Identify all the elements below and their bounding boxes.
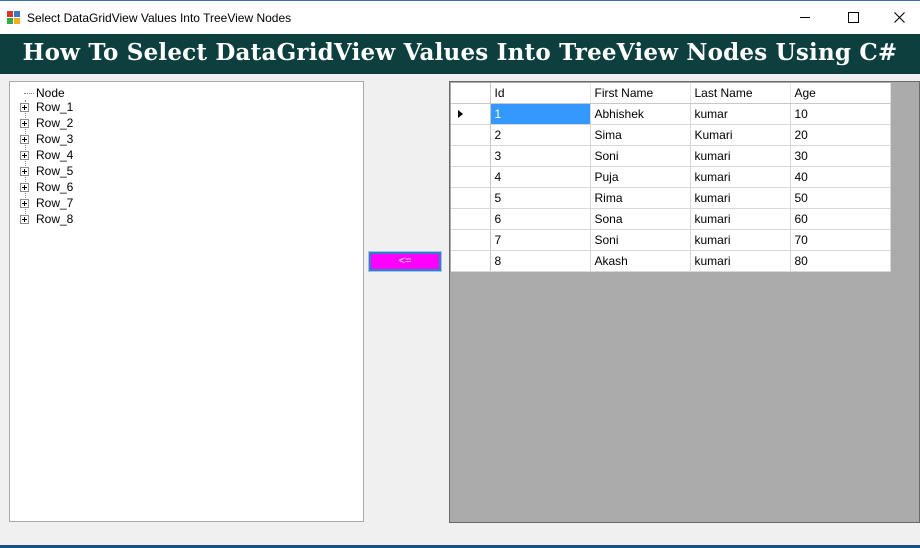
tree-node[interactable]: Row_6 bbox=[20, 179, 73, 195]
tree-node[interactable]: Row_5 bbox=[20, 163, 73, 179]
tree-node[interactable]: Row_2 bbox=[20, 115, 73, 131]
tree-node-label: Row_6 bbox=[36, 180, 74, 194]
tree-node-label: Row_3 bbox=[36, 132, 74, 146]
tree-node-label: Row_2 bbox=[36, 116, 74, 130]
app-icon bbox=[7, 11, 21, 24]
grid-cell[interactable]: kumari bbox=[690, 187, 791, 209]
title-bar[interactable]: Select DataGridView Values Into TreeView… bbox=[0, 0, 920, 34]
expand-icon[interactable] bbox=[20, 134, 29, 144]
current-row-arrow-icon bbox=[458, 109, 463, 118]
tree-node-label: Row_7 bbox=[36, 196, 74, 210]
table-row[interactable]: 6 Sona kumari 60 bbox=[451, 208, 891, 230]
grid-cell[interactable]: 7 bbox=[490, 229, 591, 251]
tree-node[interactable]: Row_1 bbox=[20, 99, 73, 115]
row-header[interactable] bbox=[451, 145, 491, 167]
data-grid-view[interactable]: Id First Name Last Name Age 1 Abhishek k… bbox=[449, 81, 920, 523]
grid-cell[interactable]: 60 bbox=[790, 208, 891, 230]
expand-icon[interactable] bbox=[20, 182, 29, 192]
tree-connector bbox=[24, 92, 34, 94]
grid-cell[interactable]: 70 bbox=[790, 229, 891, 251]
tree-node-label: Row_1 bbox=[36, 100, 74, 114]
expand-icon[interactable] bbox=[20, 214, 29, 224]
grid-cell[interactable]: Abhishek bbox=[590, 103, 691, 125]
table-row[interactable]: 1 Abhishek kumar 10 bbox=[451, 103, 891, 125]
grid-cell[interactable]: 1 bbox=[490, 103, 591, 125]
table-row[interactable]: 8 Akash kumari 80 bbox=[451, 250, 891, 272]
column-header-id[interactable]: Id bbox=[490, 83, 591, 104]
tree-node[interactable]: Row_3 bbox=[20, 131, 73, 147]
row-header[interactable] bbox=[451, 124, 491, 146]
grid-cell[interactable]: 4 bbox=[490, 166, 591, 188]
grid-cell[interactable]: 10 bbox=[790, 103, 891, 125]
grid-cell[interactable]: 2 bbox=[490, 124, 591, 146]
grid-cell[interactable]: kumari bbox=[690, 229, 791, 251]
column-header-age[interactable]: Age bbox=[790, 83, 891, 104]
table-row[interactable]: 7 Soni kumari 70 bbox=[451, 229, 891, 251]
tree-node[interactable]: Row_4 bbox=[20, 147, 73, 163]
grid-cell[interactable]: 20 bbox=[790, 124, 891, 146]
grid-cell[interactable]: kumar bbox=[690, 103, 791, 125]
grid-cell[interactable]: Soni bbox=[590, 229, 691, 251]
grid-cell[interactable]: Puja bbox=[590, 166, 691, 188]
transfer-to-tree-button[interactable]: <= bbox=[368, 251, 442, 272]
table-row[interactable]: 5 Rima kumari 50 bbox=[451, 187, 891, 209]
expand-icon[interactable] bbox=[20, 118, 29, 128]
minimize-icon bbox=[800, 17, 810, 18]
grid-cell[interactable]: Soni bbox=[590, 145, 691, 167]
row-header[interactable] bbox=[451, 208, 491, 230]
close-button[interactable] bbox=[876, 1, 920, 34]
page-title: How To Select DataGridView Values Into T… bbox=[0, 34, 920, 74]
tree-root-label: Node bbox=[36, 86, 65, 100]
grid-cell[interactable]: kumari bbox=[690, 145, 791, 167]
tree-root-node[interactable]: Node bbox=[24, 86, 65, 100]
grid-cell[interactable]: 6 bbox=[490, 208, 591, 230]
tree-node-label: Row_4 bbox=[36, 148, 74, 162]
grid-cell[interactable]: 50 bbox=[790, 187, 891, 209]
row-header[interactable] bbox=[451, 187, 491, 209]
row-header[interactable] bbox=[451, 250, 491, 272]
close-icon bbox=[893, 12, 905, 23]
grid-cell[interactable]: kumari bbox=[690, 166, 791, 188]
row-header[interactable] bbox=[451, 229, 491, 251]
table-row[interactable]: 2 Sima Kumari 20 bbox=[451, 124, 891, 146]
expand-icon[interactable] bbox=[20, 102, 29, 112]
grid-cell[interactable]: 8 bbox=[490, 250, 591, 272]
tree-view[interactable]: Node Row_1 Row_2 Row_3 Row_4 Row_5 Row_6… bbox=[9, 81, 364, 522]
grid-header-row: Id First Name Last Name Age bbox=[451, 83, 891, 104]
row-header[interactable] bbox=[451, 166, 491, 188]
grid-cell[interactable]: 80 bbox=[790, 250, 891, 272]
grid-cell[interactable]: 3 bbox=[490, 145, 591, 167]
grid-cell[interactable]: Sima bbox=[590, 124, 691, 146]
grid-cell[interactable]: Sona bbox=[590, 208, 691, 230]
grid-cell[interactable]: 5 bbox=[490, 187, 591, 209]
column-header-last-name[interactable]: Last Name bbox=[690, 83, 791, 104]
grid-cell[interactable]: 40 bbox=[790, 166, 891, 188]
grid-cell[interactable]: kumari bbox=[690, 250, 791, 272]
maximize-icon bbox=[847, 12, 859, 23]
window-title: Select DataGridView Values Into TreeView… bbox=[27, 11, 292, 25]
tree-node-label: Row_8 bbox=[36, 212, 74, 226]
grid-cell[interactable]: 30 bbox=[790, 145, 891, 167]
expand-icon[interactable] bbox=[20, 150, 29, 160]
table-row[interactable]: 4 Puja kumari 40 bbox=[451, 166, 891, 188]
column-header-first-name[interactable]: First Name bbox=[590, 83, 691, 104]
grid-corner-header[interactable] bbox=[451, 83, 491, 104]
tree-node[interactable]: Row_7 bbox=[20, 195, 73, 211]
grid-cell[interactable]: Rima bbox=[590, 187, 691, 209]
table-row[interactable]: 3 Soni kumari 30 bbox=[451, 145, 891, 167]
row-header[interactable] bbox=[451, 103, 491, 125]
tree-node[interactable]: Row_8 bbox=[20, 211, 73, 227]
grid-cell[interactable]: Kumari bbox=[690, 124, 791, 146]
tree-node-label: Row_5 bbox=[36, 164, 74, 178]
maximize-button[interactable] bbox=[830, 1, 876, 34]
data-grid-table: Id First Name Last Name Age 1 Abhishek k… bbox=[451, 83, 891, 272]
grid-cell[interactable]: Akash bbox=[590, 250, 691, 272]
expand-icon[interactable] bbox=[20, 166, 29, 176]
expand-icon[interactable] bbox=[20, 198, 29, 208]
grid-cell[interactable]: kumari bbox=[690, 208, 791, 230]
minimize-button[interactable] bbox=[782, 1, 828, 34]
